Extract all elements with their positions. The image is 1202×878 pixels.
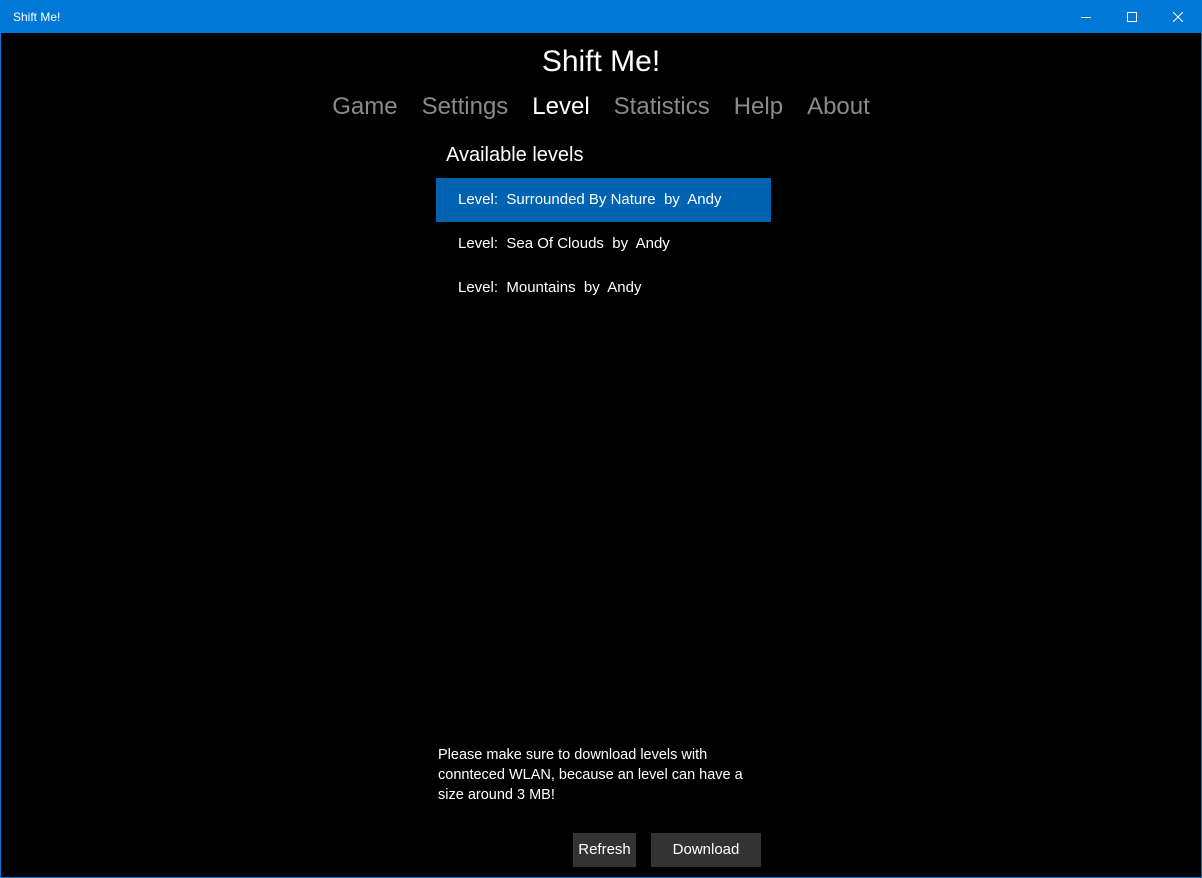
maximize-button[interactable]	[1109, 1, 1155, 33]
download-notice: Please make sure to download levels with…	[438, 747, 743, 803]
close-button[interactable]	[1155, 1, 1201, 33]
available-levels-heading: Available levels	[446, 144, 584, 166]
close-icon	[1173, 12, 1183, 22]
app-window: Shift Me! Shift Me! Game Settings Level …	[0, 0, 1202, 878]
minimize-icon	[1081, 17, 1091, 18]
nav-item-help[interactable]: Help	[734, 93, 783, 121]
nav-item-level[interactable]: Level	[532, 93, 589, 121]
nav-item-settings[interactable]: Settings	[422, 93, 509, 121]
level-list: Level: Surrounded By Nature by Andy Leve…	[436, 178, 771, 310]
level-list-item[interactable]: Level: Surrounded By Nature by Andy	[436, 178, 771, 222]
maximize-icon	[1127, 12, 1137, 22]
window-title: Shift Me!	[13, 10, 61, 24]
app-title: Shift Me!	[541, 45, 661, 78]
nav-item-about[interactable]: About	[807, 93, 870, 121]
download-button[interactable]: Download	[651, 833, 761, 867]
nav-item-game[interactable]: Game	[332, 93, 397, 121]
level-list-item[interactable]: Level: Mountains by Andy	[436, 266, 771, 310]
level-list-item[interactable]: Level: Sea Of Clouds by Andy	[436, 222, 771, 266]
main-nav: Game Settings Level Statistics Help Abou…	[1, 93, 1201, 121]
nav-item-statistics[interactable]: Statistics	[614, 93, 710, 121]
title-bar[interactable]: Shift Me!	[1, 1, 1201, 33]
minimize-button[interactable]	[1063, 1, 1109, 33]
refresh-button[interactable]: Refresh	[573, 833, 636, 867]
